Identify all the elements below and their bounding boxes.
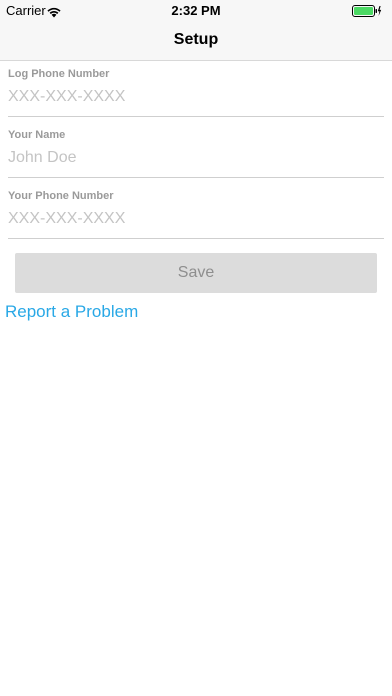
- your-name-label: Your Name: [8, 129, 66, 141]
- save-button[interactable]: Save: [15, 253, 377, 293]
- clock: 2:32 PM: [171, 3, 221, 18]
- navigation-bar: Setup: [0, 22, 392, 61]
- your-name-input[interactable]: [8, 147, 378, 169]
- your-phone-number-field: Your Phone Number: [8, 182, 384, 239]
- log-phone-number-label: Log Phone Number: [8, 68, 110, 80]
- setup-screen: Carrier 2:32 PM Setup Log Phone Number Y…: [0, 0, 392, 696]
- report-a-problem-link[interactable]: Report a Problem: [5, 302, 138, 322]
- log-phone-number-input[interactable]: [8, 86, 378, 108]
- your-phone-number-input[interactable]: [8, 208, 378, 230]
- status-bar: Carrier 2:32 PM: [0, 0, 392, 22]
- your-name-field: Your Name: [8, 121, 384, 178]
- your-phone-number-label: Your Phone Number: [8, 190, 114, 202]
- log-phone-number-field: Log Phone Number: [8, 60, 384, 117]
- page-title: Setup: [173, 31, 219, 48]
- battery-charging-icon: [352, 4, 382, 18]
